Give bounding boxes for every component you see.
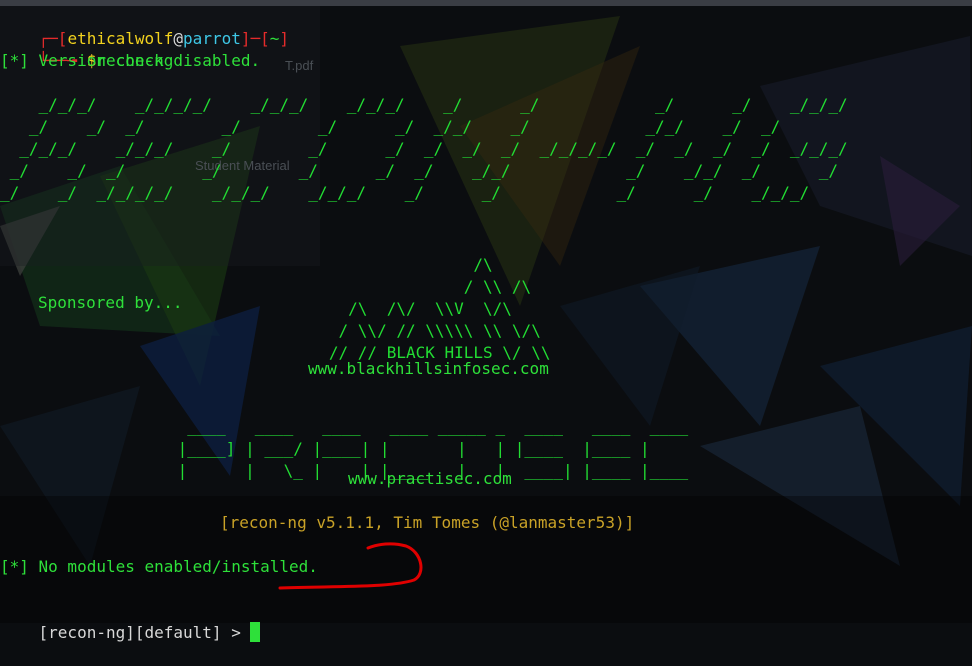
prompt-dir: ~ xyxy=(269,29,280,48)
prompt-separator: ]─[ xyxy=(240,29,270,48)
practisec-url: www.practisec.com xyxy=(348,469,512,488)
prompt-host: parrot xyxy=(183,29,241,48)
prompt-at: @ xyxy=(173,29,184,48)
terminal-cursor xyxy=(250,622,261,642)
red-annotation-underline xyxy=(278,542,423,590)
version-check-message: [*] Version check disabled. xyxy=(0,51,261,70)
black-hills-ascii-art: /\ / \\ /\ /\ /\/ \\V \/\ / \\/ // \\\\\… xyxy=(328,255,551,362)
prompt-bracket-close: ] xyxy=(279,29,290,48)
recon-ng-ascii-logo: _/_/_/ _/_/_/_/ _/_/_/ _/_/_/ _/ _/ _/ _… xyxy=(0,95,848,202)
recon-ng-prompt: [recon-ng][default] > xyxy=(38,623,251,642)
recon-ng-version-banner: [recon-ng v5.1.1, Tim Tomes (@lanmaster5… xyxy=(220,513,635,532)
black-hills-url: www.blackhillsinfosec.com xyxy=(308,359,549,378)
terminal[interactable]: ┌─[ethicalwolf@parrot]─[~] └──╼ $recon-n… xyxy=(0,6,972,642)
sponsored-by-label: Sponsored by... xyxy=(38,293,183,312)
recon-ng-prompt-line[interactable]: [recon-ng][default] > xyxy=(0,600,261,666)
